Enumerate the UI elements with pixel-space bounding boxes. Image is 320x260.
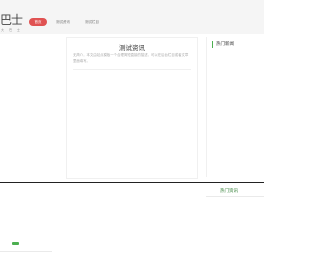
nav-item-test-news[interactable]: 测试资讯 [53,18,73,26]
category-description: 无简介，本文由站点模板一个合理简短直接的描述，可以在后台栏目或者文章里面填写。 [73,53,189,63]
nav-item-test-column[interactable]: 测试栏目 [82,18,102,26]
main-content-card: 测试资讯 无简介，本文由站点模板一个合理简短直接的描述，可以在后台栏目或者文章里… [66,37,198,179]
footer-heading-underline [206,196,264,197]
title-divider [73,69,191,70]
top-bar: 巴士 大 巴 士 首页 测试资讯 测试栏目 [0,0,264,34]
footer-tag [12,242,19,245]
footer-divider [0,182,264,183]
nav-item-home[interactable]: 首页 [29,18,47,26]
site-logo[interactable]: 巴士 [0,14,23,26]
footer-line [0,251,52,252]
sidebar-hot-news: 热门新闻 [206,37,265,177]
sidebar-heading: 热门新闻 [212,41,234,48]
page-title: 测试资讯 [119,44,145,52]
footer-hot-heading: 热门资讯 [220,189,238,194]
site-logo-subtitle: 大 巴 士 [1,28,22,32]
